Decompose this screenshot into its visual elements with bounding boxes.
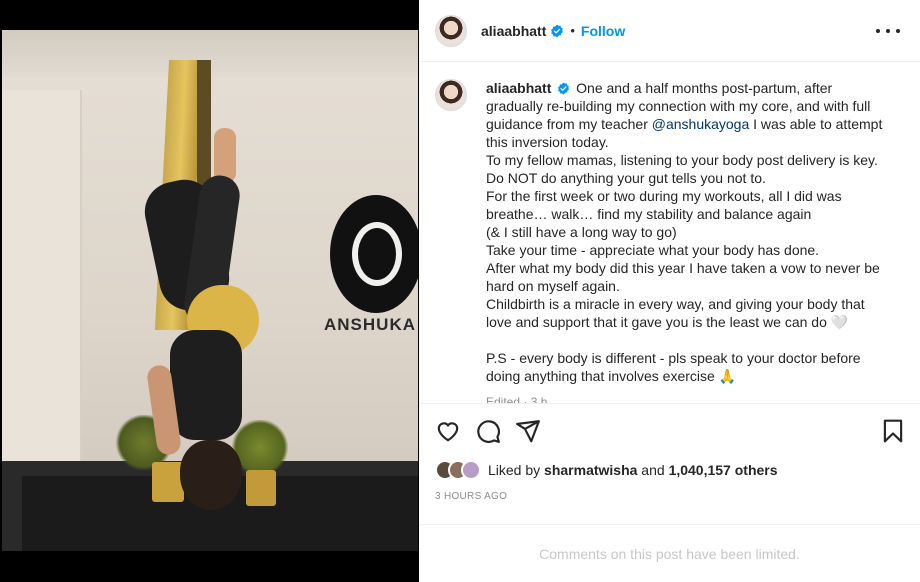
- header-separator: •: [570, 23, 575, 38]
- comments-limited-notice: Comments on this post have been limited.: [419, 524, 920, 582]
- author-username[interactable]: aliaabhatt: [481, 23, 546, 39]
- caption-section[interactable]: aliaabhatt One and a half months post-pa…: [419, 63, 920, 403]
- post-header: aliaabhatt • Follow: [419, 0, 920, 62]
- caption-line: Do NOT do anything your gut tells you no…: [486, 170, 766, 186]
- bookmark-icon[interactable]: [880, 418, 906, 444]
- caption-username[interactable]: aliaabhatt: [486, 80, 551, 96]
- caption-line: After what my body did this year I have …: [486, 260, 880, 294]
- studio-sign-text: ANSHUKA YO: [324, 315, 418, 334]
- likes-summary: Liked by sharmatwisha and 1,040,157 othe…: [488, 462, 778, 478]
- caption-text: aliaabhatt One and a half months post-pa…: [486, 79, 886, 403]
- liker-username-link[interactable]: sharmatwisha: [544, 462, 637, 478]
- caption-line: Take your time - appreciate what your bo…: [486, 242, 820, 258]
- edited-label: Edited · 3 h: [486, 395, 548, 403]
- photo-pot-right: [246, 470, 276, 506]
- post-side-panel: aliaabhatt • Follow aliaabhatt One and a…: [419, 0, 920, 582]
- studio-logo-ring: [352, 222, 402, 286]
- post-timestamp[interactable]: 3 HOURS AGO: [435, 491, 507, 502]
- follow-button[interactable]: Follow: [581, 23, 625, 39]
- author-avatar[interactable]: [435, 14, 467, 47]
- caption-line: Childbirth is a miracle in every way, an…: [486, 296, 865, 330]
- verified-badge-icon: [551, 24, 564, 37]
- caption-line: (& I still have a long way to go): [486, 224, 677, 240]
- share-icon[interactable]: [515, 418, 541, 444]
- likes-middle: and: [637, 462, 669, 478]
- caption-line: For the first week or two during my work…: [486, 188, 842, 222]
- caption-mention-link[interactable]: @anshukayoga: [652, 116, 750, 132]
- photo-head: [180, 440, 242, 510]
- comment-icon[interactable]: [475, 418, 501, 444]
- caption-ps: P.S - every body is different - pls spea…: [486, 350, 861, 384]
- photo-torso: [170, 330, 242, 440]
- likes-row: Liked by sharmatwisha and 1,040,157 othe…: [435, 458, 778, 482]
- caption-row: aliaabhatt One and a half months post-pa…: [435, 79, 900, 403]
- likes-prefix: Liked by: [488, 462, 545, 478]
- post-image[interactable]: ANSHUKA YO: [2, 30, 418, 551]
- liker-avatar[interactable]: [461, 460, 481, 480]
- action-bar: [419, 403, 920, 457]
- heart-icon[interactable]: [435, 418, 461, 444]
- photo-wall-panel: [2, 90, 82, 510]
- more-options-icon[interactable]: [876, 22, 900, 40]
- caption-line: To my fellow mamas, listening to your bo…: [486, 152, 878, 168]
- caption-verified-badge-icon: [558, 82, 570, 95]
- likes-count-link[interactable]: 1,040,157 others: [669, 462, 778, 478]
- post-modal: ANSHUKA YO aliaabhatt • Follow: [0, 0, 920, 582]
- caption-author-avatar[interactable]: [435, 79, 467, 111]
